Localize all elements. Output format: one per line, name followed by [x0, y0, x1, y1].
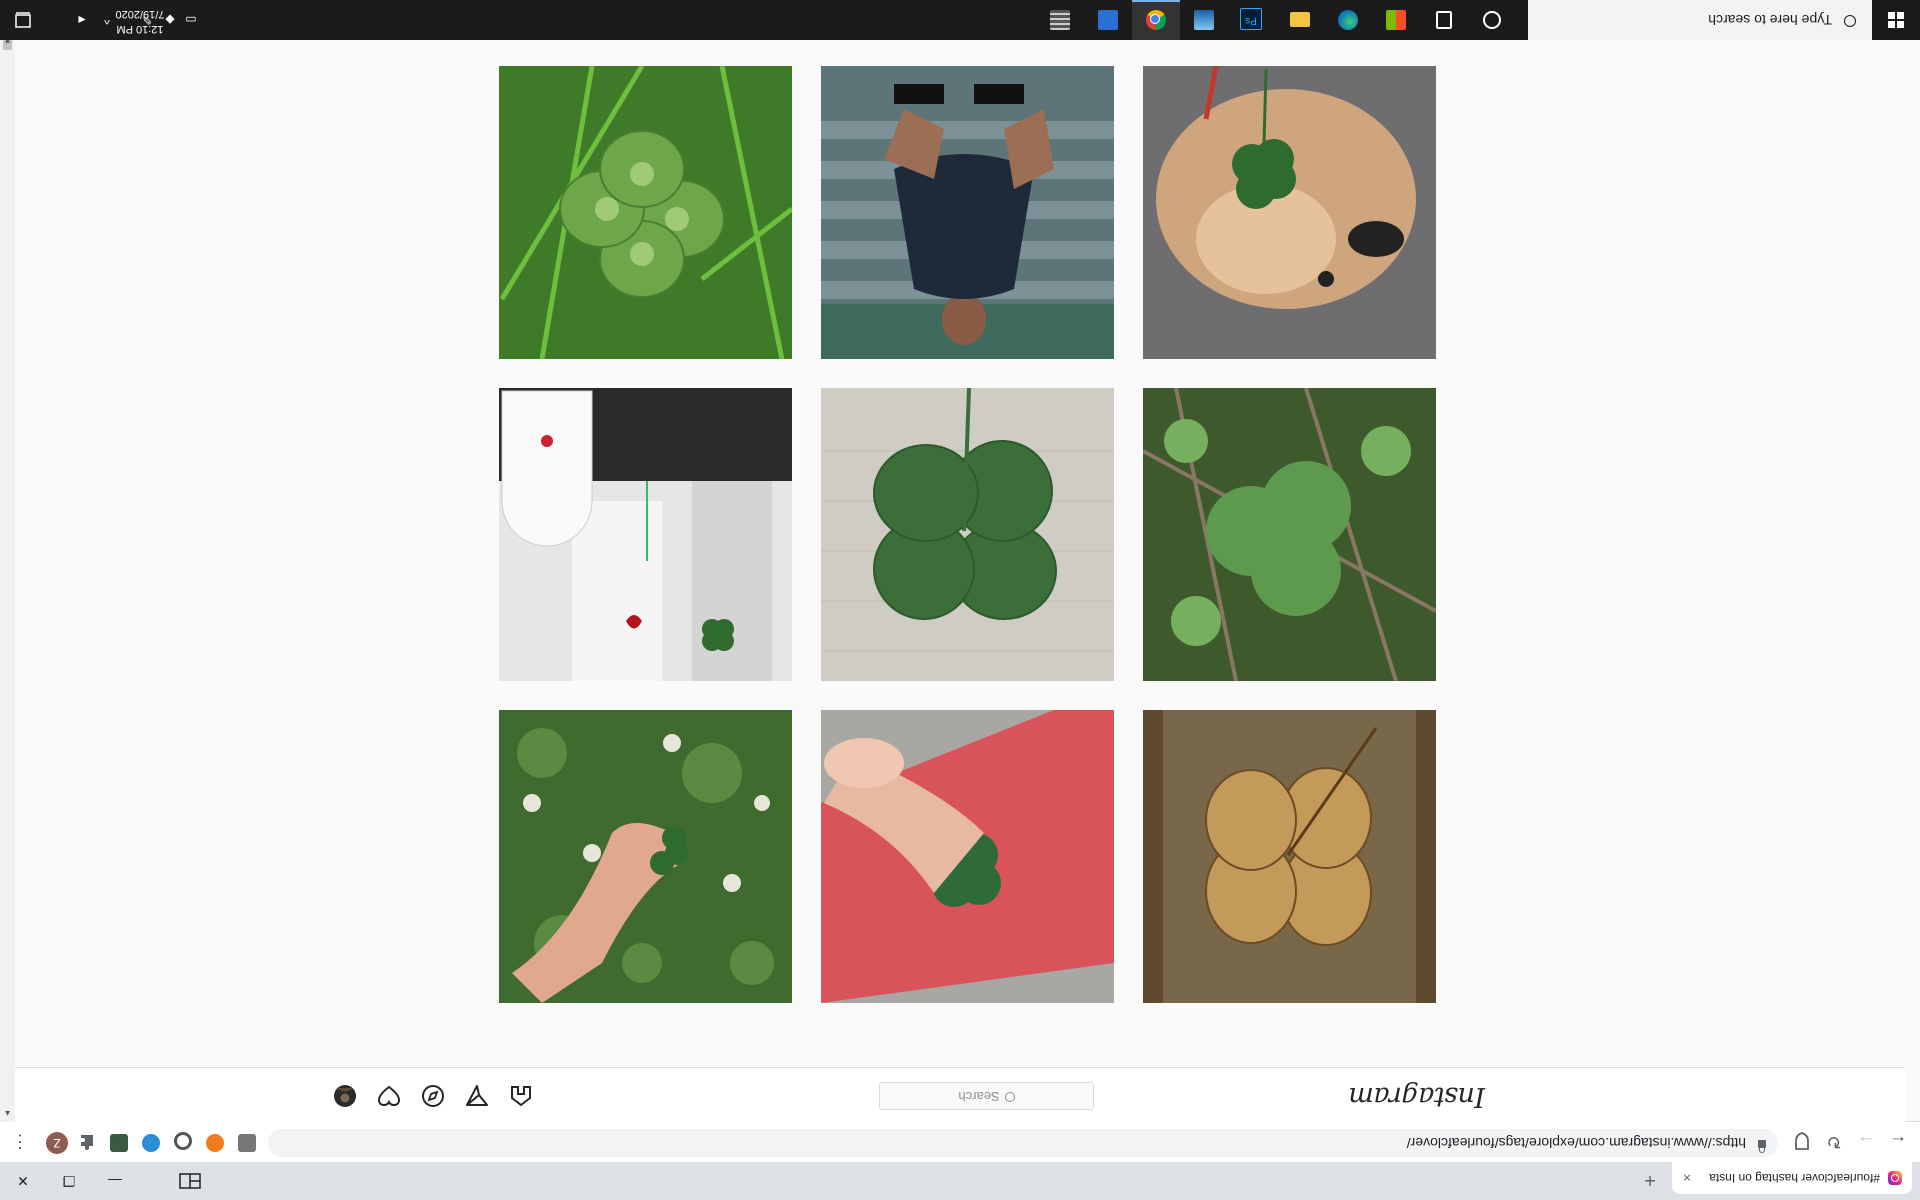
address-bar[interactable]: https://www.instagram.com/explore/tags/f…	[268, 1129, 1778, 1157]
close-window-button[interactable]: ✕	[0, 1162, 46, 1200]
url-text: https://www.instagram.com/explore/tags/f…	[1406, 1135, 1746, 1151]
task-view-button[interactable]	[1420, 0, 1468, 40]
taskbar-search-box[interactable]: Type here to search	[1528, 0, 1872, 40]
browser-toolbar: ← → ↻ https://www.instagram.com/explore/…	[0, 1121, 1920, 1162]
activity-heart-icon[interactable]	[376, 1083, 402, 1109]
tab-title: #fourleafclover hashtag on Insta	[1709, 1171, 1880, 1185]
extension-blue-icon[interactable]	[142, 1134, 160, 1152]
onedrive-button[interactable]	[1180, 0, 1228, 40]
photoshop-icon: Ps	[1240, 8, 1262, 30]
post-tile-man-on-stairs[interactable]	[821, 66, 1114, 359]
profile-avatar-icon[interactable]	[332, 1083, 358, 1109]
direct-messages-icon[interactable]	[464, 1083, 490, 1109]
post-tile-clover-in-grass[interactable]	[499, 66, 792, 359]
windows-logo-icon	[1897, 21, 1904, 28]
back-button[interactable]: ←	[1886, 1130, 1910, 1154]
window-controls: — ❐ ✕	[0, 1162, 138, 1200]
screen: #fourleafclover hashtag on Insta × + — ❐…	[0, 0, 1920, 1200]
tab-search-icon[interactable]	[178, 1170, 202, 1192]
clock-date: 7/19/2020	[115, 8, 165, 20]
start-button[interactable]	[1872, 0, 1920, 40]
search-icon	[1844, 15, 1856, 27]
microsoft-store-button[interactable]	[1372, 0, 1420, 40]
browser-tab-active[interactable]: #fourleafclover hashtag on Insta ×	[1672, 1162, 1912, 1194]
extension-g-icon[interactable]	[238, 1134, 256, 1152]
post-tile-clover-among-weeds[interactable]	[1143, 388, 1436, 681]
post-tile-clover-still-life[interactable]	[499, 388, 792, 681]
edge-icon	[1338, 10, 1358, 30]
windows-logo-pane	[1888, 12, 1895, 19]
home-icon[interactable]	[508, 1083, 534, 1109]
tab-close-icon[interactable]: ×	[1678, 1170, 1696, 1186]
taskbar-search-placeholder: Type here to search	[1708, 12, 1832, 28]
chrome-button[interactable]	[1132, 0, 1180, 40]
settings-icon	[1098, 10, 1118, 30]
windows-logo-pane	[1897, 12, 1904, 19]
scroll-up-arrow-icon[interactable]: ▲	[3, 1109, 12, 1118]
file-explorer-button[interactable]	[1276, 0, 1324, 40]
forward-button[interactable]: →	[1854, 1130, 1878, 1154]
reload-button[interactable]: ↻	[1822, 1130, 1846, 1154]
taskbar-clock[interactable]: 12:10 PM 7/19/2020	[100, 6, 180, 36]
task-view-icon	[1436, 11, 1452, 29]
extension-circle-icon[interactable]	[174, 1132, 192, 1150]
search-icon	[1004, 1092, 1015, 1102]
calculator-icon	[1050, 10, 1070, 30]
post-tile-dog-with-clover[interactable]	[1143, 66, 1436, 359]
instagram-search-input[interactable]: Search	[879, 1082, 1094, 1110]
page-scrollbar[interactable]: ▲ ▼	[0, 32, 15, 1122]
instagram-logo[interactable]: Instagram	[1349, 1081, 1485, 1112]
extension-x-icon[interactable]	[206, 1134, 224, 1152]
hashtag-posts-grid	[15, 32, 1920, 1068]
new-tab-button[interactable]: +	[1638, 1168, 1662, 1192]
photoshop-button[interactable]: Ps	[1228, 0, 1276, 40]
post-tile-clover-on-linen[interactable]	[821, 388, 1114, 681]
network-icon[interactable]: ▭	[184, 13, 198, 27]
extensions-puzzle-icon[interactable]	[78, 1134, 96, 1152]
settings-button[interactable]	[1084, 0, 1132, 40]
windows-taskbar: Type here to search Ps ^ ◄ ▭ ◆ ✎ 12:10 P…	[0, 0, 1920, 40]
windows-logo-pane	[1888, 21, 1895, 28]
volume-icon[interactable]: ◄	[75, 13, 89, 27]
maximize-button[interactable]: ❐	[46, 1162, 92, 1200]
explore-compass-icon[interactable]	[420, 1083, 446, 1109]
cortana-button[interactable]	[1468, 0, 1516, 40]
bookmark-shield-icon[interactable]	[1790, 1130, 1814, 1154]
clock-time: 12:10 PM	[116, 23, 164, 35]
post-tile-hand-picking-clover[interactable]	[499, 710, 792, 1003]
onedrive-icon	[1194, 10, 1214, 30]
browser-menu-icon[interactable]: ⋮	[8, 1130, 32, 1154]
windows-store-icon	[1386, 10, 1406, 30]
calculator-button[interactable]	[1036, 0, 1084, 40]
post-tile-pressed-clover[interactable]	[1143, 710, 1436, 1003]
file-explorer-icon	[1290, 12, 1310, 27]
extension-green-icon[interactable]	[110, 1134, 128, 1152]
chrome-center	[1150, 14, 1160, 24]
cortana-icon	[1483, 11, 1501, 29]
lock-icon	[1758, 1140, 1766, 1148]
minimize-button[interactable]: —	[92, 1162, 138, 1200]
search-placeholder: Search	[958, 1089, 1000, 1104]
edge-button[interactable]	[1324, 0, 1372, 40]
instagram-header: Instagram Search	[14, 1067, 1905, 1122]
instagram-favicon-icon	[1888, 1171, 1902, 1185]
notifications-icon[interactable]	[14, 11, 32, 29]
browser-tab-bar: #fourleafclover hashtag on Insta × + — ❐…	[0, 1162, 1920, 1200]
post-tile-clover-held-over-red[interactable]	[821, 710, 1114, 1003]
profile-avatar[interactable]: Z	[46, 1132, 68, 1154]
